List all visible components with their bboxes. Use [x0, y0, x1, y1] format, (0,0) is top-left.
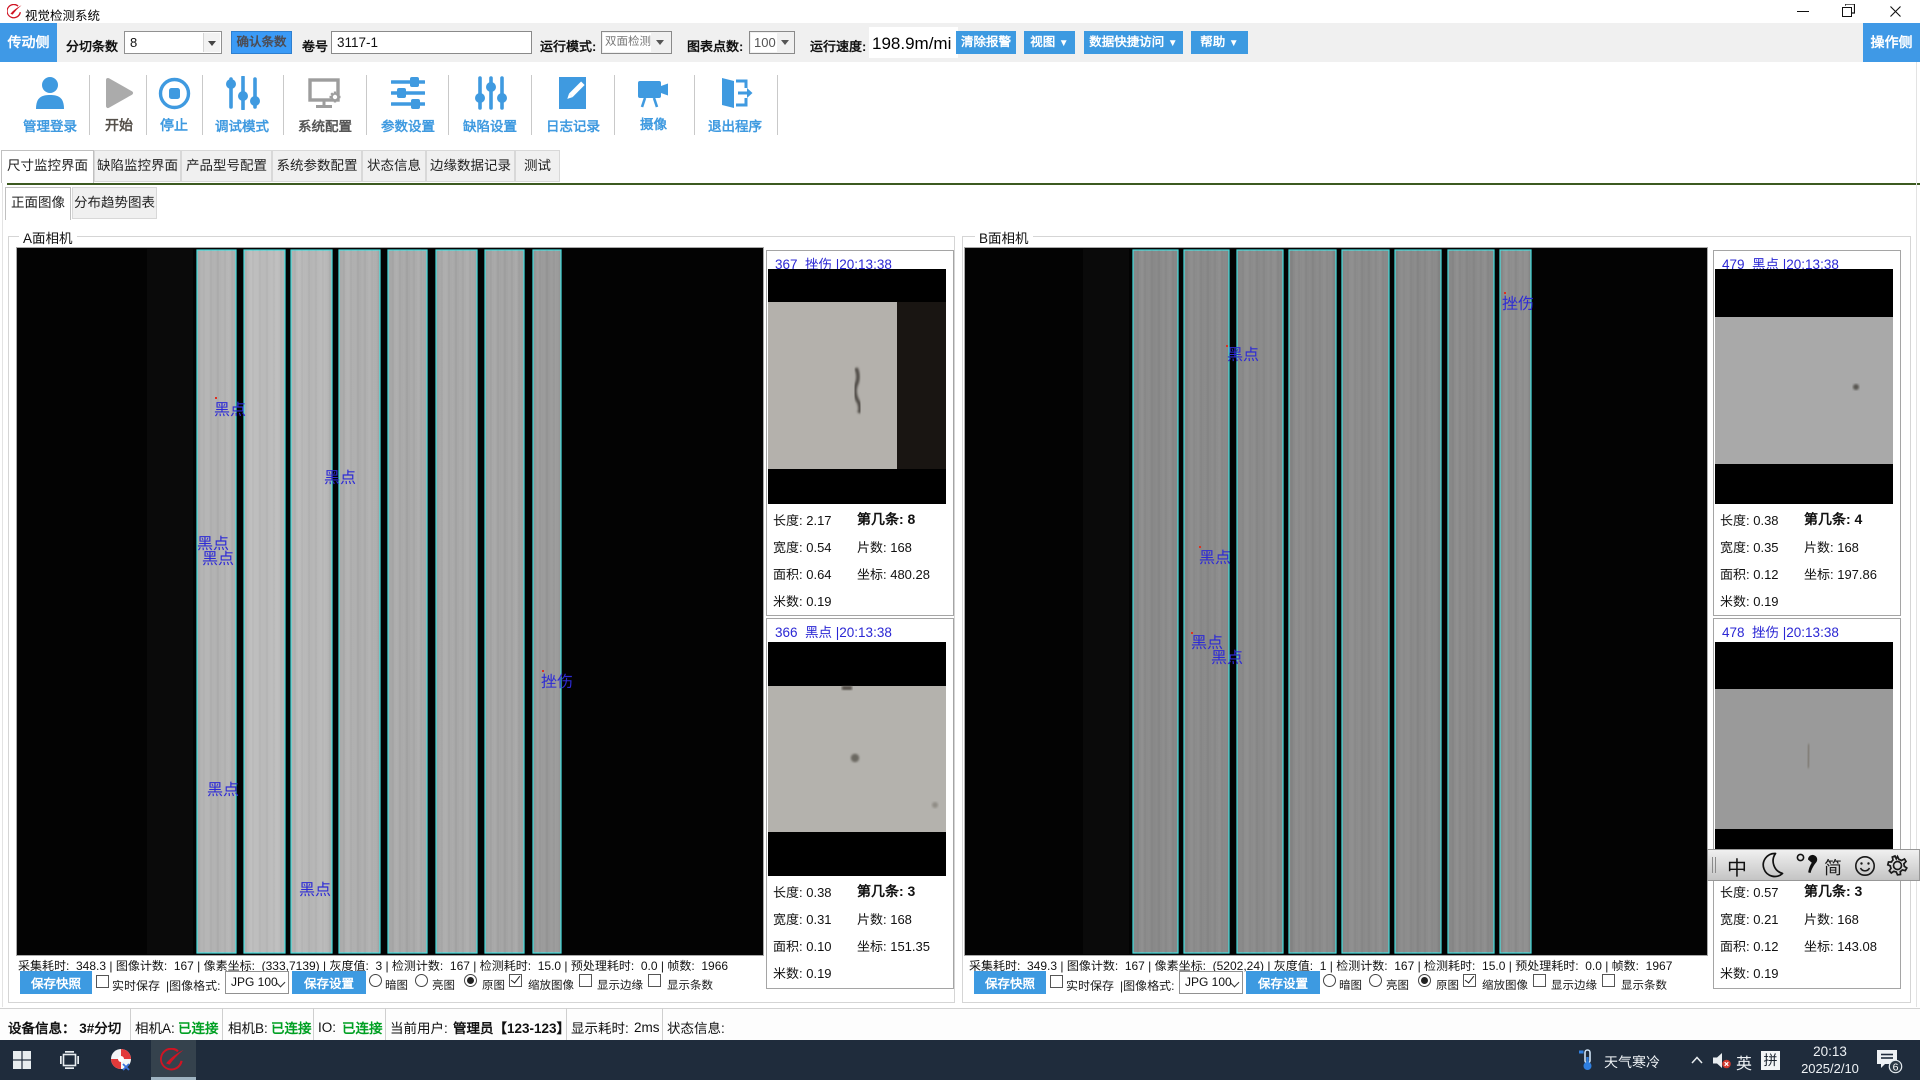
svg-text:黑点: 黑点: [214, 401, 246, 419]
svg-text:6: 6: [1893, 1062, 1899, 1074]
svg-text:黑点: 黑点: [1211, 649, 1243, 667]
svg-text:黑点: 黑点: [207, 781, 239, 799]
svg-text:黑点: 黑点: [202, 550, 234, 568]
svg-text:黑点: 黑点: [299, 881, 331, 899]
svg-text:黑点: 黑点: [1227, 346, 1259, 364]
svg-text:挫伤: 挫伤: [541, 673, 573, 691]
svg-text:黑点: 黑点: [1199, 549, 1231, 567]
svg-text:黑点: 黑点: [324, 469, 356, 487]
svg-text:挫伤: 挫伤: [1502, 295, 1534, 313]
